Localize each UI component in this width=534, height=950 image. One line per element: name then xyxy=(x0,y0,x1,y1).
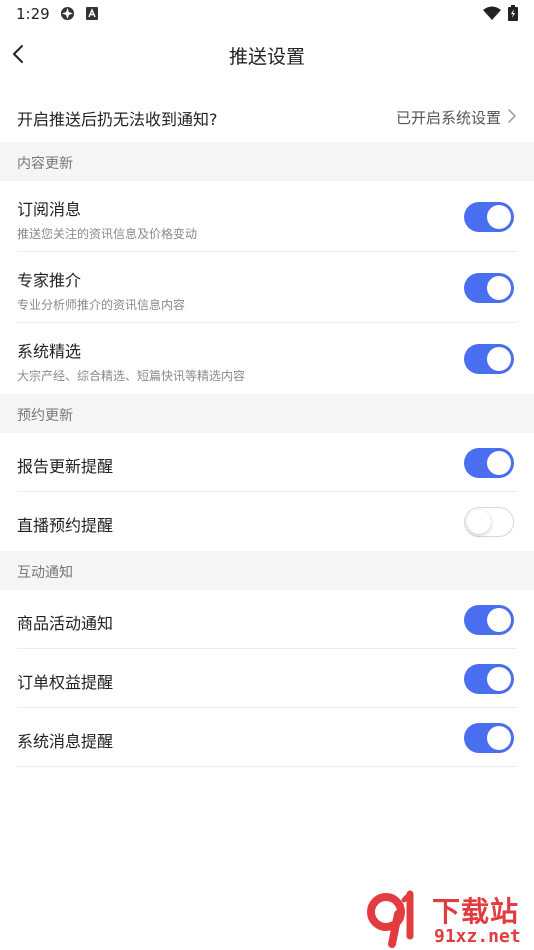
accessibility-notification-icon xyxy=(86,7,98,20)
live-reservation-toggle[interactable] xyxy=(464,507,514,537)
order-benefits-toggle[interactable] xyxy=(464,664,514,694)
watermark: 下载站 91xz.net xyxy=(360,888,532,948)
section-title: 互动通知 xyxy=(17,565,73,581)
item-title: 系统精选 xyxy=(17,342,82,361)
app-notification-icon xyxy=(60,6,75,21)
item-title: 订阅消息 xyxy=(17,200,82,219)
toggle-knob xyxy=(487,205,511,229)
setting-item-promotion: 商品活动通知 xyxy=(0,590,534,649)
toggle-knob xyxy=(487,451,511,475)
divider xyxy=(17,766,517,767)
toggle-knob xyxy=(487,667,511,691)
item-title: 报告更新提醒 xyxy=(17,457,114,476)
system-picks-toggle[interactable] xyxy=(464,344,514,374)
item-title: 订单权益提醒 xyxy=(17,673,114,692)
system-messages-toggle[interactable] xyxy=(464,723,514,753)
promotion-toggle[interactable] xyxy=(464,605,514,635)
notice-status-value: 已开启系统设置 xyxy=(395,109,501,127)
setting-item-system-messages: 系统消息提醒 xyxy=(0,708,534,767)
toggle-knob xyxy=(487,347,511,371)
status-time: 1:29 xyxy=(16,5,50,23)
watermark-logo-icon xyxy=(367,890,414,948)
setting-item-report-update: 报告更新提醒 xyxy=(0,433,534,492)
item-title: 商品活动通知 xyxy=(17,614,114,633)
section-header-content-updates: 内容更新 xyxy=(0,142,534,181)
section-title: 内容更新 xyxy=(17,156,73,172)
expert-toggle[interactable] xyxy=(464,273,514,303)
item-title: 直播预约提醒 xyxy=(17,516,114,535)
notification-troubleshoot-row[interactable]: 开启推送后扔无法收到通知? 已开启系统设置 xyxy=(0,92,534,142)
navigation-bar: 推送设置 xyxy=(0,28,534,80)
toggle-knob xyxy=(467,510,491,534)
toggle-knob xyxy=(487,276,511,300)
chevron-right-icon xyxy=(508,109,516,123)
item-title: 专家推介 xyxy=(17,271,82,290)
toggle-knob xyxy=(487,608,511,632)
setting-item-expert: 专家推介 专业分析师推介的资讯信息内容 xyxy=(0,252,534,323)
setting-item-system-picks: 系统精选 大宗产经、综合精选、短篇快讯等精选内容 xyxy=(0,323,534,394)
item-description: 专业分析师推介的资讯信息内容 xyxy=(17,298,186,312)
toggle-knob xyxy=(487,726,511,750)
screen: 1:29 推送设置 开启推送后扔无法收到通知? 已开启系统设置 内容更新 订阅消… xyxy=(0,0,534,950)
setting-item-live-reservation: 直播预约提醒 xyxy=(0,492,534,551)
watermark-url: 91xz.net xyxy=(434,926,521,947)
section-header-interaction-notices: 互动通知 xyxy=(0,551,534,590)
battery-icon xyxy=(508,5,518,21)
wifi-icon xyxy=(483,6,501,20)
setting-item-subscription: 订阅消息 推送您关注的资讯信息及价格变动 xyxy=(0,181,534,252)
watermark-title: 下载站 xyxy=(432,895,520,928)
setting-item-order-benefits: 订单权益提醒 xyxy=(0,649,534,708)
notice-label: 开启推送后扔无法收到通知? xyxy=(17,110,218,129)
section-title: 预约更新 xyxy=(17,408,73,424)
subscription-toggle[interactable] xyxy=(464,202,514,232)
item-description: 大宗产经、综合精选、短篇快讯等精选内容 xyxy=(17,369,246,383)
item-description: 推送您关注的资讯信息及价格变动 xyxy=(17,227,198,241)
section-header-reservation-updates: 预约更新 xyxy=(0,394,534,433)
item-title: 系统消息提醒 xyxy=(17,732,114,751)
status-bar: 1:29 xyxy=(0,0,534,28)
report-update-toggle[interactable] xyxy=(464,448,514,478)
page-title: 推送设置 xyxy=(228,46,305,68)
